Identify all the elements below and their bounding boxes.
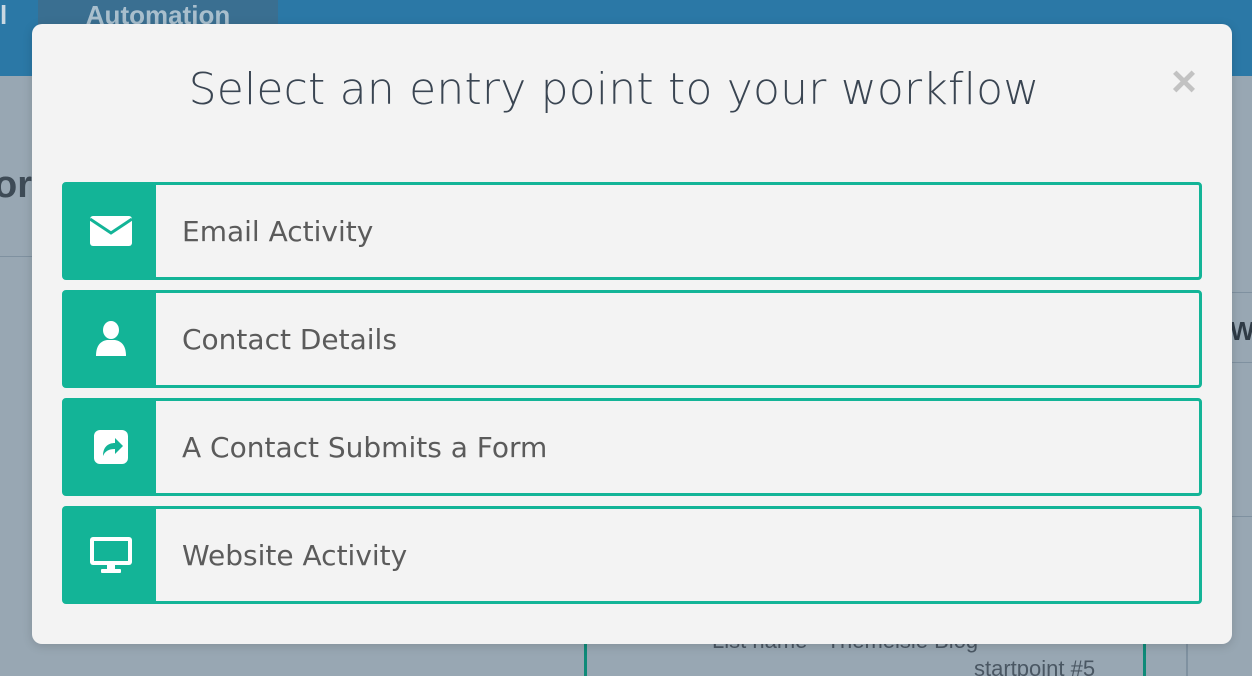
option-icon-box: [65, 509, 156, 601]
option-label: Contact Details: [182, 322, 397, 356]
option-email-activity[interactable]: Email Activity: [62, 182, 1202, 280]
option-contact-submits-form[interactable]: A Contact Submits a Form: [62, 398, 1202, 496]
user-icon: [95, 321, 126, 356]
background-card-startpoint: startpoint #5: [974, 656, 1096, 676]
entry-point-modal: Select an entry point to your workflow ×…: [32, 24, 1232, 644]
option-label: Website Activity: [182, 538, 408, 572]
option-icon-box: [65, 185, 156, 277]
background-right-heading: W: [1230, 316, 1252, 346]
nav-tab-previous[interactable]: l: [0, 0, 6, 30]
share-square-icon: [93, 430, 128, 464]
envelope-icon: [88, 216, 133, 246]
option-icon-box: [65, 293, 156, 385]
close-button[interactable]: ×: [1164, 60, 1204, 104]
page: l Automation or W List name - Themeisle …: [0, 0, 1252, 676]
desktop-icon: [89, 537, 132, 573]
option-website-activity[interactable]: Website Activity: [62, 506, 1202, 604]
option-label: A Contact Submits a Form: [182, 430, 548, 464]
entry-point-options: Email Activity Contact Details A Contact…: [62, 182, 1202, 614]
option-icon-box: [65, 401, 156, 493]
modal-title: Select an entry point to your workflow: [188, 64, 1040, 115]
option-label: Email Activity: [182, 214, 374, 248]
background-page-heading: or: [0, 164, 32, 206]
option-contact-details[interactable]: Contact Details: [62, 290, 1202, 388]
